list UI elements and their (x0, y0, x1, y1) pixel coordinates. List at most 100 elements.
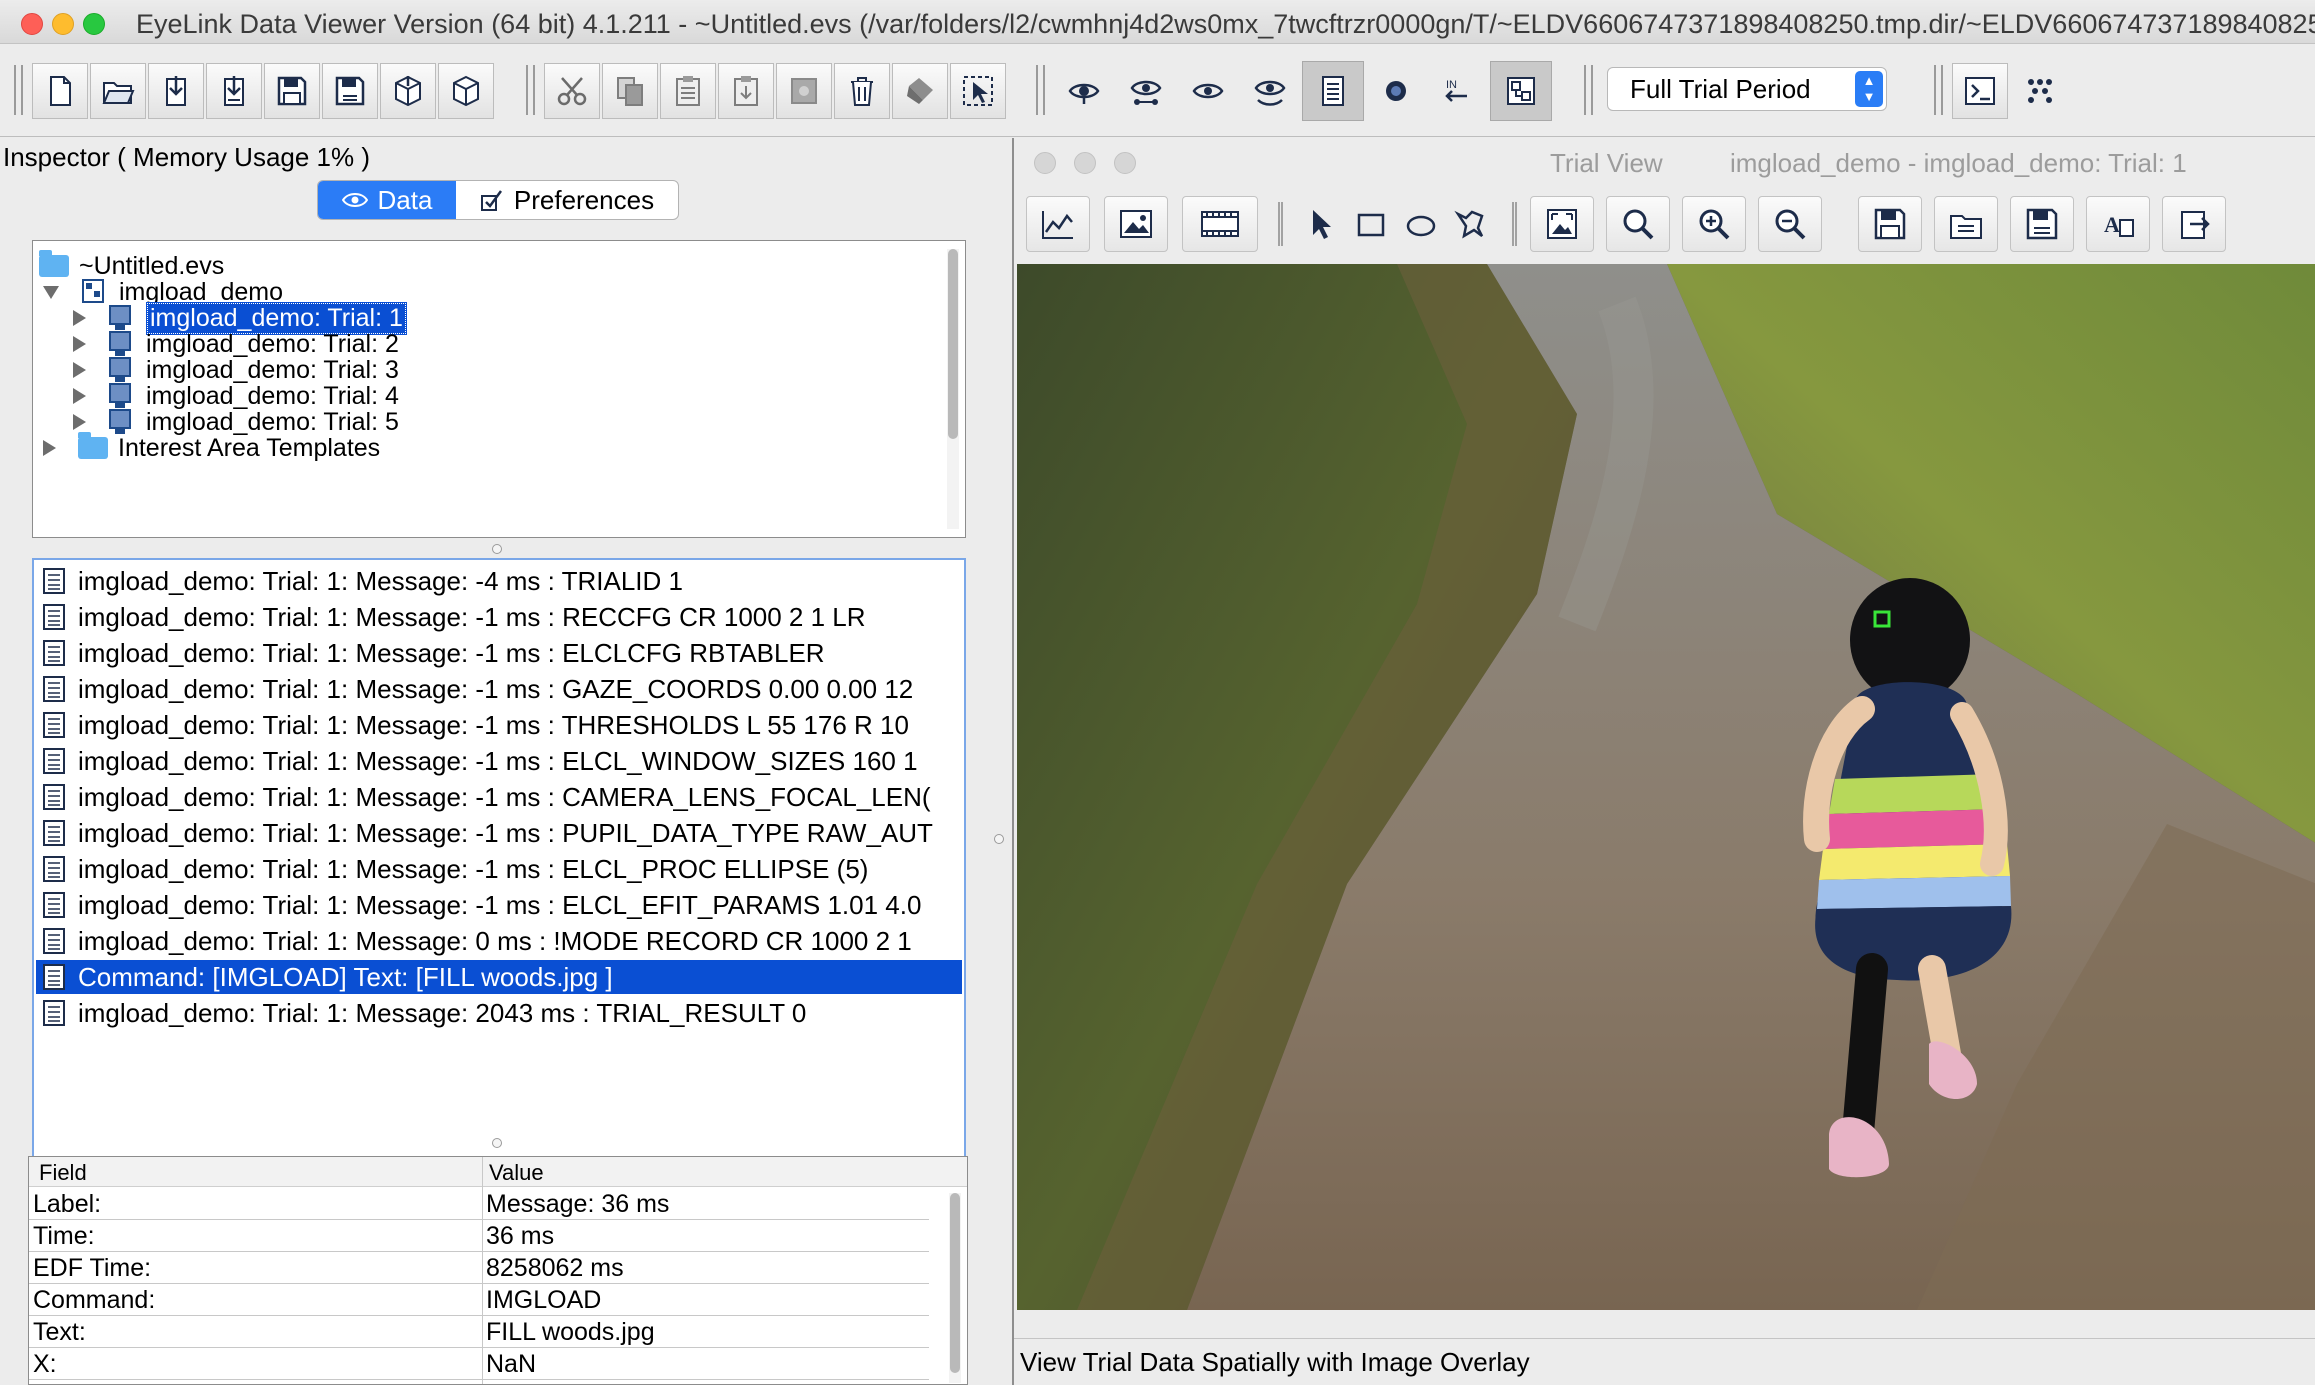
save-ia-icon[interactable] (1858, 196, 1922, 252)
new-file-icon[interactable] (32, 63, 88, 119)
pointer-tool-icon[interactable] (1296, 196, 1346, 252)
grid-dots-icon[interactable] (2012, 63, 2068, 119)
list-item[interactable]: imgload_demo: Trial: 1: Message: -1 ms :… (36, 672, 962, 706)
list-item[interactable]: imgload_demo: Trial: 1: Message: 0 ms : … (36, 924, 962, 958)
list-item[interactable]: imgload_demo: Trial: 1: Message: -1 ms :… (36, 600, 962, 634)
value-cell: Message: 36 ms (486, 1190, 670, 1218)
table-row[interactable]: X: NaN (29, 1348, 929, 1380)
scrollbar-thumb[interactable] (950, 1193, 960, 1373)
cut-icon[interactable] (544, 63, 600, 119)
terminal-icon[interactable] (1952, 63, 2008, 119)
interest-area-icon[interactable] (1490, 61, 1552, 121)
minimize-window-button[interactable] (52, 13, 74, 35)
text-label-icon[interactable]: A (2086, 196, 2150, 252)
save-icon[interactable] (264, 63, 320, 119)
table-row[interactable]: EDF Time: 8258062 ms (29, 1252, 929, 1284)
list-item[interactable]: imgload_demo: Trial: 1: Message: -4 ms :… (36, 564, 962, 598)
main-toolbar: IN Full Trial Period ▲ ▼ (0, 45, 2315, 137)
zoom-icon[interactable] (1606, 196, 1670, 252)
field-cell: Time: (33, 1222, 95, 1250)
expand-arrow-icon[interactable] (73, 310, 86, 326)
toolbar-grip[interactable] (1036, 65, 1045, 115)
properties-table: Field Value Label: Message: 36 ms Time: 36… (28, 1156, 968, 1385)
zoom-window-button[interactable] (1114, 152, 1136, 174)
eye-saccade-icon[interactable] (1180, 63, 1236, 119)
list-item-selected[interactable]: Command: [IMGLOAD] Text: [FILL woods.jpg… (36, 960, 962, 994)
animation-view-icon[interactable] (1182, 196, 1258, 252)
toolbar-grip[interactable] (1584, 65, 1593, 115)
package-icon[interactable] (380, 63, 436, 119)
tree-item-templates[interactable]: Interest Area Templates (43, 431, 380, 465)
message-icon[interactable] (1302, 61, 1364, 121)
table-row[interactable]: Command: IMGLOAD (29, 1284, 929, 1316)
list-item[interactable]: imgload_demo: Trial: 1: Message: -1 ms :… (36, 708, 962, 742)
toolbar-grip[interactable] (526, 65, 535, 115)
minimize-window-button[interactable] (1074, 152, 1096, 174)
expand-arrow-icon[interactable] (43, 440, 56, 456)
fit-image-icon[interactable] (1530, 196, 1594, 252)
period-select[interactable]: Full Trial Period ▲ ▼ (1607, 67, 1887, 111)
inspector-title: Inspector ( Memory Usage 1% ) (3, 142, 371, 172)
paste-special-icon[interactable] (718, 63, 774, 119)
splitter-handle[interactable] (994, 834, 1004, 844)
list-item[interactable]: imgload_demo: Trial: 1: Message: -1 ms :… (36, 888, 962, 922)
image-overlay-icon[interactable] (1104, 196, 1168, 252)
expand-arrow-icon[interactable] (73, 388, 86, 404)
import-alt-icon[interactable] (206, 63, 262, 119)
tab-preferences[interactable]: Preferences (456, 181, 678, 219)
delete-icon[interactable] (834, 63, 890, 119)
temporal-graph-icon[interactable] (1026, 196, 1090, 252)
list-item[interactable]: imgload_demo: Trial: 1: Message: 2043 ms… (36, 996, 962, 1030)
load-ia-icon[interactable] (1934, 196, 1998, 252)
save-image-icon[interactable] (2010, 196, 2074, 252)
column-header-field[interactable]: Field (39, 1160, 87, 1186)
list-item[interactable]: imgload_demo: Trial: 1: Message: -1 ms :… (36, 636, 962, 670)
tab-data-label: Data (377, 184, 433, 215)
eye-fixation-icon[interactable] (1118, 63, 1174, 119)
interest-period-icon[interactable]: IN (1428, 63, 1484, 119)
tab-data[interactable]: Data (318, 181, 456, 219)
expand-arrow-icon[interactable] (73, 362, 86, 378)
list-item[interactable]: imgload_demo: Trial: 1: Message: -1 ms :… (36, 852, 962, 886)
copy-icon[interactable] (602, 63, 658, 119)
export-icon[interactable] (2162, 196, 2226, 252)
eraser-icon[interactable] (892, 63, 948, 119)
period-select-value: Full Trial Period (1630, 74, 1811, 104)
table-row[interactable]: Label: Message: 36 ms (29, 1188, 929, 1220)
properties-icon[interactable] (776, 63, 832, 119)
save-as-icon[interactable] (322, 63, 378, 119)
tree-scrollbar[interactable] (947, 249, 959, 529)
splitter-handle[interactable] (492, 544, 502, 554)
package-alt-icon[interactable] (438, 63, 494, 119)
table-row[interactable]: Text: FILL woods.jpg (29, 1316, 929, 1348)
close-window-button[interactable] (1034, 152, 1056, 174)
table-row[interactable]: Time: 36 ms (29, 1220, 929, 1252)
eye-blink-icon[interactable] (1242, 63, 1298, 119)
expand-arrow-icon[interactable] (43, 285, 59, 299)
list-item[interactable]: imgload_demo: Trial: 1: Message: -1 ms :… (36, 780, 962, 814)
ellipse-tool-icon[interactable] (1396, 196, 1446, 252)
expand-arrow-icon[interactable] (73, 336, 86, 352)
trial-image-canvas[interactable] (1017, 264, 2315, 1310)
toolbar-grip[interactable] (1934, 65, 1943, 115)
rectangle-tool-icon[interactable] (1346, 196, 1396, 252)
close-window-button[interactable] (21, 13, 43, 35)
splitter-handle[interactable] (492, 1138, 502, 1148)
toolbar-grip[interactable] (14, 65, 23, 115)
eye-icon[interactable] (1056, 63, 1112, 119)
freehand-tool-icon[interactable] (1446, 196, 1496, 252)
expand-arrow-icon[interactable] (73, 414, 86, 430)
zoom-in-icon[interactable] (1682, 196, 1746, 252)
import-icon[interactable] (148, 63, 204, 119)
select-icon[interactable] (950, 63, 1006, 119)
scrollbar-thumb[interactable] (948, 249, 958, 439)
paste-icon[interactable] (660, 63, 716, 119)
sample-icon[interactable] (1368, 63, 1424, 119)
zoom-out-icon[interactable] (1758, 196, 1822, 252)
properties-scrollbar[interactable] (949, 1193, 961, 1383)
column-header-value[interactable]: Value (489, 1160, 544, 1186)
open-file-icon[interactable] (90, 63, 146, 119)
zoom-window-button[interactable] (83, 13, 105, 35)
list-item[interactable]: imgload_demo: Trial: 1: Message: -1 ms :… (36, 816, 962, 850)
list-item[interactable]: imgload_demo: Trial: 1: Message: -1 ms :… (36, 744, 962, 778)
